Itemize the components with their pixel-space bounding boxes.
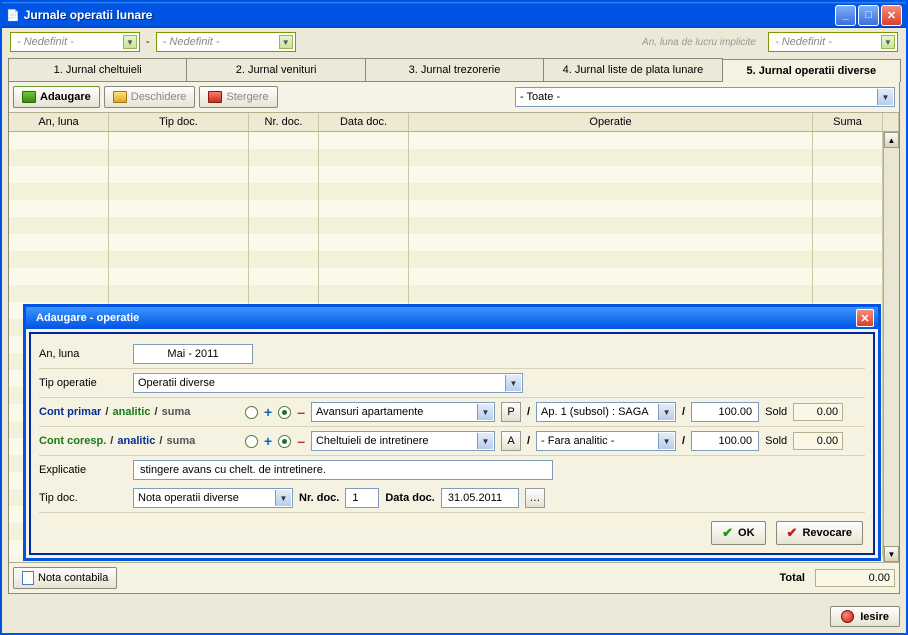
filter-combo[interactable]: - Toate -▼: [515, 87, 895, 107]
window-titlebar: 📄 Jurnale operatii lunare _ □ ✕: [2, 2, 906, 28]
folder-open-icon: [113, 91, 127, 103]
tab-cheltuieli[interactable]: 1. Jurnal cheltuieli: [8, 58, 187, 81]
primary-analytic-select[interactable]: Ap. 1 (subsol) : SAGA▼: [536, 402, 676, 422]
tab-trezorerie[interactable]: 3. Jurnal trezorerie: [365, 58, 544, 81]
col-datadoc[interactable]: Data doc.: [319, 113, 409, 131]
col-operatie[interactable]: Operatie: [409, 113, 813, 131]
chevron-down-icon: ▼: [877, 89, 893, 105]
dialog-title: Adaugare - operatie: [30, 312, 856, 324]
total-value: 0.00: [815, 569, 895, 587]
primary-sold-label: Sold: [765, 406, 787, 418]
chevron-down-icon: ▼: [279, 35, 293, 49]
cancel-button[interactable]: ✔Revocare: [776, 521, 863, 545]
coresp-analytic-select[interactable]: - Fara analitic -▼: [536, 431, 676, 451]
power-icon: [841, 610, 854, 623]
tab-liste-plata[interactable]: 4. Jurnal liste de plata lunare: [543, 58, 722, 81]
col-nrdoc[interactable]: Nr. doc.: [249, 113, 319, 131]
delete-button[interactable]: Stergere: [199, 86, 277, 108]
tab-operatii-diverse[interactable]: 5. Jurnal operatii diverse: [722, 59, 901, 82]
minus-icon: –: [297, 433, 305, 449]
period-year-combo[interactable]: - Nedefinit -▼: [10, 32, 140, 52]
coresp-account-select[interactable]: Cheltuieli de intretinere▼: [311, 431, 495, 451]
chevron-down-icon: ▼: [477, 404, 493, 420]
tipop-label: Tip operatie: [39, 377, 127, 389]
explic-field[interactable]: [133, 460, 553, 480]
ok-button[interactable]: ✔OK: [711, 521, 765, 545]
chevron-down-icon: ▼: [477, 433, 493, 449]
primary-account-select[interactable]: Avansuri apartamente▼: [311, 402, 495, 422]
tipdoc-select[interactable]: Nota operatii diverse▼: [133, 488, 293, 508]
coresp-amount-field[interactable]: [691, 431, 759, 451]
nota-contabila-button[interactable]: Nota contabila: [13, 567, 117, 589]
grid-scrollbar[interactable]: ▲ ▼: [883, 132, 899, 562]
anluna-label: An, luna: [39, 348, 127, 360]
period-note: An, luna de lucru implicite: [642, 37, 756, 48]
window-minimize-button[interactable]: _: [835, 5, 856, 26]
scroll-up-icon[interactable]: ▲: [884, 132, 899, 148]
window-close-button[interactable]: ✕: [881, 5, 902, 26]
datadoc-label: Data doc.: [385, 492, 435, 504]
folder-add-icon: [22, 91, 36, 103]
primary-plus-radio[interactable]: [245, 406, 258, 419]
chevron-down-icon: ▼: [123, 35, 137, 49]
dialog-close-button[interactable]: ✕: [856, 309, 874, 327]
coresp-labels: Cont coresp. / analitic / suma: [39, 435, 239, 447]
anluna-field[interactable]: Mai - 2011: [133, 344, 253, 364]
window-maximize-button[interactable]: □: [858, 5, 879, 26]
add-operation-dialog: Adaugare - operatie ✕ An, luna Mai - 201…: [23, 304, 881, 561]
folder-delete-icon: [208, 91, 222, 103]
grid-header: An, luna Tip doc. Nr. doc. Data doc. Ope…: [9, 112, 899, 132]
app-icon: 📄: [6, 9, 20, 22]
document-icon: [22, 571, 34, 585]
nrdoc-label: Nr. doc.: [299, 492, 339, 504]
check-icon: ✔: [722, 525, 733, 541]
exit-button[interactable]: Iesire: [830, 606, 900, 627]
chevron-down-icon: ▼: [658, 404, 674, 420]
period-default-combo[interactable]: - Nedefinit -▼: [768, 32, 898, 52]
coresp-minus-radio[interactable]: [278, 435, 291, 448]
period-month-combo[interactable]: - Nedefinit -▼: [156, 32, 296, 52]
coresp-a-button[interactable]: A: [501, 431, 521, 451]
open-button[interactable]: Deschidere: [104, 86, 196, 108]
chevron-down-icon: ▼: [505, 375, 521, 391]
total-label: Total: [780, 572, 805, 584]
plus-icon: +: [264, 433, 272, 449]
window-title: Jurnale operatii lunare: [24, 8, 833, 22]
plus-icon: +: [264, 404, 272, 420]
minus-icon: –: [297, 404, 305, 420]
datadoc-picker-button[interactable]: …: [525, 488, 545, 508]
add-button[interactable]: Adaugare: [13, 86, 100, 108]
tab-venituri[interactable]: 2. Jurnal venituri: [186, 58, 365, 81]
primary-minus-radio[interactable]: [278, 406, 291, 419]
coresp-plus-radio[interactable]: [245, 435, 258, 448]
chevron-down-icon: ▼: [658, 433, 674, 449]
scroll-down-icon[interactable]: ▼: [884, 546, 899, 562]
col-suma[interactable]: Suma: [813, 113, 883, 131]
tipdoc-label: Tip doc.: [39, 492, 127, 504]
nrdoc-field[interactable]: [345, 488, 379, 508]
coresp-sold-value: 0.00: [793, 432, 843, 450]
primary-p-button[interactable]: P: [501, 402, 521, 422]
col-tipdoc[interactable]: Tip doc.: [109, 113, 249, 131]
col-anluna[interactable]: An, luna: [9, 113, 109, 131]
x-icon: ✔: [787, 525, 798, 541]
chevron-down-icon: ▼: [275, 490, 291, 506]
tipop-select[interactable]: Operatii diverse▼: [133, 373, 523, 393]
coresp-sold-label: Sold: [765, 435, 787, 447]
chevron-down-icon: ▼: [881, 35, 895, 49]
primary-sold-value: 0.00: [793, 403, 843, 421]
primary-amount-field[interactable]: [691, 402, 759, 422]
primary-labels: Cont primar / analitic / suma: [39, 406, 239, 418]
datadoc-field[interactable]: [441, 488, 519, 508]
explic-label: Explicatie: [39, 464, 127, 476]
